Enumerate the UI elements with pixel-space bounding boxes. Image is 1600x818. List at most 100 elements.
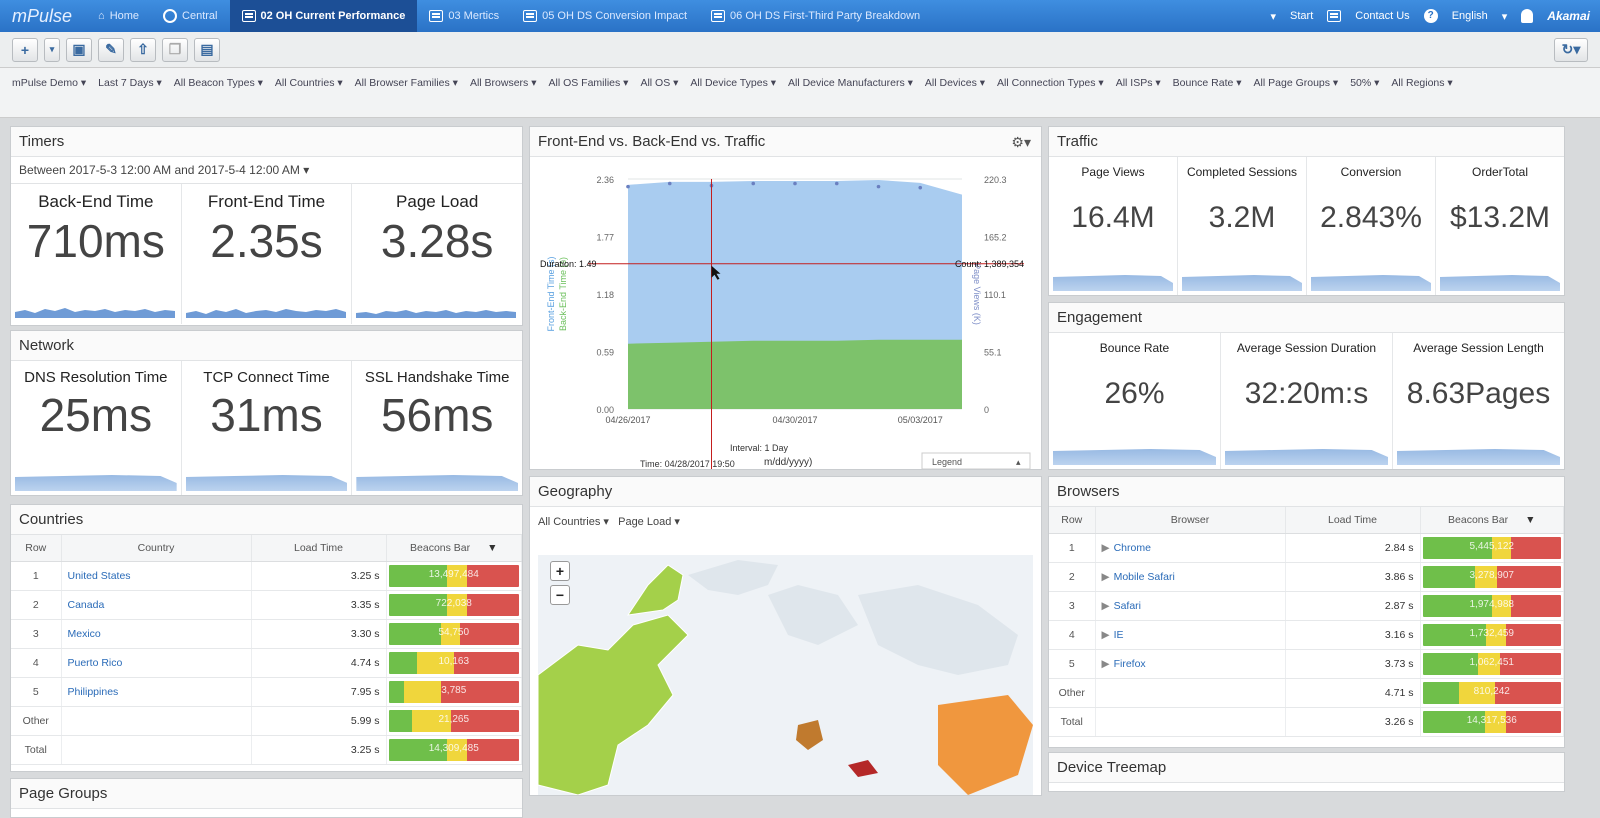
start-link[interactable]: Start xyxy=(1290,10,1313,22)
column-header-beacons-bar[interactable]: Beacons Bar ▼ xyxy=(386,535,522,561)
metric-page-views[interactable]: Page Views 16.4M xyxy=(1049,157,1178,295)
filter-select[interactable]: Last 7 Days ▾ xyxy=(98,77,162,89)
filter-select[interactable]: All OS ▾ xyxy=(640,77,678,89)
column-header-row[interactable]: Row xyxy=(11,535,61,561)
browser-link[interactable]: ▶Safari xyxy=(1095,591,1285,620)
column-header-beacons-bar[interactable]: Beacons Bar ▼ xyxy=(1420,507,1564,533)
column-header-load-time[interactable]: Load Time xyxy=(251,535,386,561)
table-row[interactable]: 3 Mexico 3.30 s 54,750 xyxy=(11,619,522,648)
filter-icon[interactable]: ▼ xyxy=(1525,514,1535,526)
metric-front-end-time[interactable]: Front-End Time 2.35s xyxy=(182,184,353,324)
tabs-overflow-dropdown[interactable]: ▾ xyxy=(1271,10,1277,23)
table-row[interactable]: 5 ▶Firefox 3.73 s 1,062,451 xyxy=(1049,649,1564,678)
table-row[interactable]: Other 4.71 s 810,242 xyxy=(1049,678,1564,707)
filter-select[interactable]: 50% ▾ xyxy=(1350,77,1379,89)
table-row[interactable]: Total 3.26 s 14,317,536 xyxy=(1049,707,1564,736)
country-link[interactable]: United States xyxy=(61,561,251,590)
language-dropdown-icon[interactable]: ▾ xyxy=(1502,10,1508,23)
table-row[interactable]: 3 ▶Safari 2.87 s 1,974,988 xyxy=(1049,591,1564,620)
nav-tab-first-third-party[interactable]: 06 OH DS First-Third Party Breakdown xyxy=(699,0,932,32)
zoom-in-button[interactable]: + xyxy=(550,561,570,581)
metric-order-total[interactable]: OrderTotal $13.2M xyxy=(1436,157,1564,295)
refresh-button[interactable]: ↻▾ xyxy=(1554,38,1588,62)
filter-select[interactable]: All Countries ▾ xyxy=(275,77,343,89)
zoom-out-button[interactable]: − xyxy=(550,585,570,605)
filter-select[interactable]: All Browsers ▾ xyxy=(470,77,537,89)
metric-filter-select[interactable]: Page Load ▾ xyxy=(618,516,680,528)
country-link[interactable]: Canada xyxy=(61,590,251,619)
table-row[interactable]: 5 Philippines 7.95 s 3,785 xyxy=(11,677,522,706)
table-row[interactable]: 2 ▶Mobile Safari 3.86 s 3,278,907 xyxy=(1049,562,1564,591)
metric-bounce-rate[interactable]: Bounce Rate 26% xyxy=(1049,333,1221,469)
table-row[interactable]: 4 Puerto Rico 4.74 s 10,163 xyxy=(11,648,522,677)
filter-select[interactable]: All Devices ▾ xyxy=(925,77,985,89)
share-button[interactable]: ⇧ xyxy=(130,38,156,62)
nav-tab-current-performance[interactable]: 02 OH Current Performance xyxy=(230,0,418,32)
table-row[interactable]: Total 3.25 s 14,309,485 xyxy=(11,735,522,764)
expand-icon[interactable]: ▶ xyxy=(1102,658,1110,670)
language-select[interactable]: English xyxy=(1452,10,1488,22)
filter-select[interactable]: All Device Manufacturers ▾ xyxy=(788,77,913,89)
save-button[interactable]: ▣ xyxy=(66,38,92,62)
column-header-browser[interactable]: Browser xyxy=(1095,507,1285,533)
nav-central[interactable]: Central xyxy=(151,0,229,32)
expand-icon[interactable]: ▶ xyxy=(1102,542,1110,554)
add-button[interactable]: + xyxy=(12,38,38,62)
metric-back-end-time[interactable]: Back-End Time 710ms xyxy=(11,184,182,324)
metric-ssl-handshake-time[interactable]: SSL Handshake Time 56ms xyxy=(352,361,522,495)
edit-button[interactable]: ✎ xyxy=(98,38,124,62)
table-row[interactable]: 1 United States 3.25 s 13,497,484 xyxy=(11,561,522,590)
fe-be-traffic-chart[interactable]: 0.000.591.181.772.36055.1110.1165.2220.3… xyxy=(530,157,1041,469)
expand-icon[interactable]: ▶ xyxy=(1102,629,1110,641)
browser-link[interactable]: ▶Firefox xyxy=(1095,649,1285,678)
add-dropdown-button[interactable]: ▾ xyxy=(44,38,60,62)
table-row[interactable]: 4 ▶IE 3.16 s 1,732,459 xyxy=(1049,620,1564,649)
user-icon[interactable] xyxy=(1521,9,1533,23)
filter-icon[interactable]: ▼ xyxy=(487,542,497,554)
metric-tcp-connect-time[interactable]: TCP Connect Time 31ms xyxy=(182,361,353,495)
country-link[interactable]: Mexico xyxy=(61,619,251,648)
expand-icon[interactable]: ▶ xyxy=(1102,571,1110,583)
nav-home[interactable]: ⌂ Home xyxy=(86,0,151,32)
metric-average-session-length[interactable]: Average Session Length 8.63Pages xyxy=(1393,333,1564,469)
filter-select[interactable]: All Device Types ▾ xyxy=(690,77,776,89)
metric-conversion[interactable]: Conversion 2.843% xyxy=(1307,157,1436,295)
filter-select[interactable]: All Regions ▾ xyxy=(1391,77,1452,89)
copy-button[interactable]: ❐ xyxy=(162,38,188,62)
filter-select[interactable]: All Page Groups ▾ xyxy=(1254,77,1339,89)
metric-dns-resolution-time[interactable]: DNS Resolution Time 25ms xyxy=(11,361,182,495)
filter-select[interactable]: All Browser Families ▾ xyxy=(355,77,458,89)
column-header-row[interactable]: Row xyxy=(1049,507,1095,533)
mpulse-logo[interactable]: mPulse xyxy=(0,6,86,27)
country-link[interactable]: Philippines xyxy=(61,677,251,706)
nav-tab-metrics[interactable]: 03 Mertics xyxy=(417,0,511,32)
metric-page-load[interactable]: Page Load 3.28s xyxy=(352,184,522,324)
table-row[interactable]: Other 5.99 s 21,265 xyxy=(11,706,522,735)
timers-date-range-select[interactable]: Between 2017-5-3 12:00 AM and 2017-5-4 1… xyxy=(11,157,522,184)
table-row[interactable]: 1 ▶Chrome 2.84 s 5,445,122 xyxy=(1049,533,1564,562)
metric-completed-sessions[interactable]: Completed Sessions 3.2M xyxy=(1178,157,1307,295)
gear-icon[interactable]: ⚙▾ xyxy=(1011,127,1031,157)
filter-select[interactable]: All ISPs ▾ xyxy=(1116,77,1161,89)
world-map[interactable]: + − xyxy=(538,555,1033,795)
browser-link[interactable]: ▶Mobile Safari xyxy=(1095,562,1285,591)
filter-select[interactable]: All OS Families ▾ xyxy=(548,77,628,89)
filter-select[interactable]: All Beacon Types ▾ xyxy=(174,77,263,89)
column-header-country[interactable]: Country xyxy=(61,535,251,561)
metric-average-session-duration[interactable]: Average Session Duration 32:20m:s xyxy=(1221,333,1393,469)
contact-us-link[interactable]: Contact Us xyxy=(1355,10,1409,22)
nav-tab-conversion-impact[interactable]: 05 OH DS Conversion Impact xyxy=(511,0,699,32)
help-icon[interactable]: ? xyxy=(1424,9,1438,23)
filter-select[interactable]: Bounce Rate ▾ xyxy=(1173,77,1242,89)
column-header-load-time[interactable]: Load Time xyxy=(1285,507,1420,533)
paste-button[interactable]: ▤ xyxy=(194,38,220,62)
table-row[interactable]: 2 Canada 3.35 s 722,038 xyxy=(11,590,522,619)
countries-filter-select[interactable]: All Countries ▾ xyxy=(538,516,609,528)
filter-select[interactable]: All Connection Types ▾ xyxy=(997,77,1104,89)
browser-link[interactable]: ▶IE xyxy=(1095,620,1285,649)
filter-select[interactable]: mPulse Demo ▾ xyxy=(12,77,86,89)
country-link[interactable]: Puerto Rico xyxy=(61,648,251,677)
expand-icon[interactable]: ▶ xyxy=(1102,600,1110,612)
browser-link[interactable]: ▶Chrome xyxy=(1095,533,1285,562)
time-format-label: m/dd/yyyy) xyxy=(764,457,812,468)
